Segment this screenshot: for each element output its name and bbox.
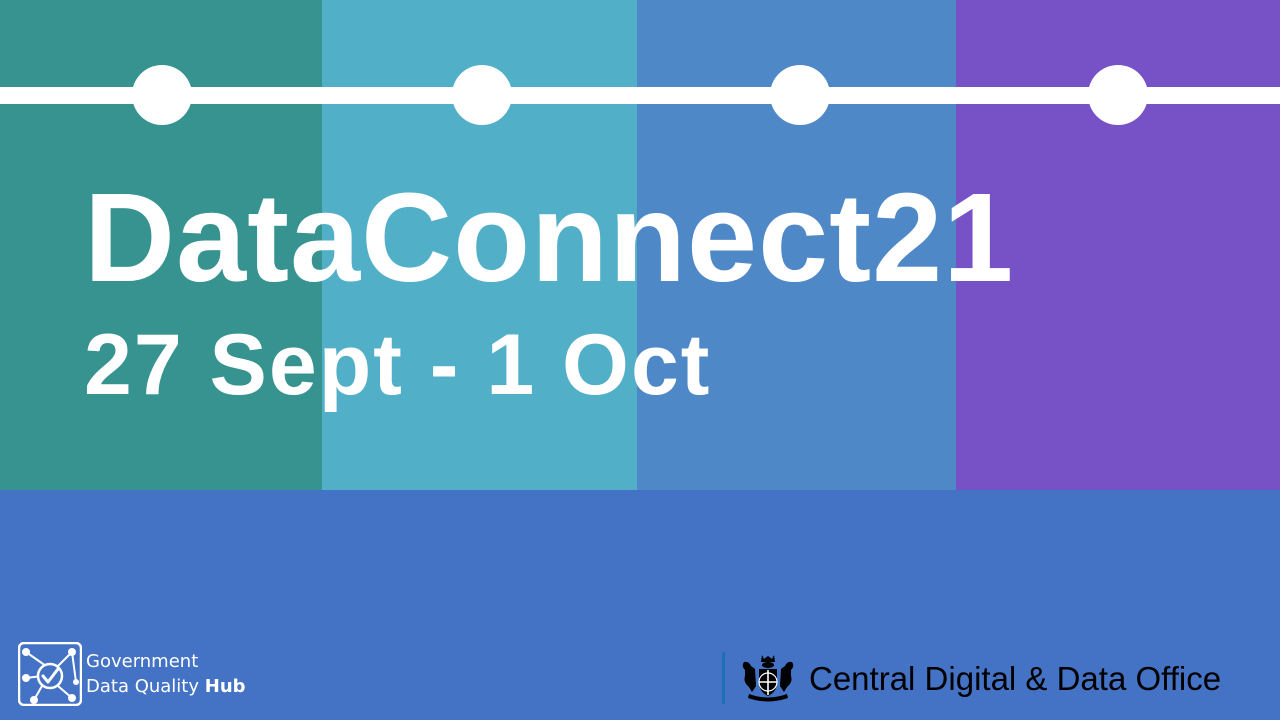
royal-coat-of-arms-icon <box>742 655 794 702</box>
data-network-icon <box>18 642 82 706</box>
timeline-dot <box>132 65 192 125</box>
dqh-line-2-prefix: Data Quality <box>86 676 205 697</box>
dqh-line-2: Data Quality Hub <box>86 674 246 699</box>
data-quality-hub-logo: Government Data Quality Hub <box>18 642 246 706</box>
dqh-line-1: Government <box>86 651 199 672</box>
timeline-dot <box>770 65 830 125</box>
cddo-divider <box>722 652 725 704</box>
dqh-line-2-bold: Hub <box>204 676 246 697</box>
cddo-name: Central Digital & Data Office <box>809 659 1222 697</box>
data-quality-hub-name: Government Data Quality Hub <box>86 649 246 699</box>
timeline-dot <box>1088 65 1148 125</box>
event-dates: 27 Sept - 1 Oct <box>84 317 712 413</box>
cddo-logo: Central Digital & Data Office <box>722 652 1221 704</box>
event-title: DataConnect21 <box>84 167 1015 308</box>
timeline-dot <box>452 65 512 125</box>
